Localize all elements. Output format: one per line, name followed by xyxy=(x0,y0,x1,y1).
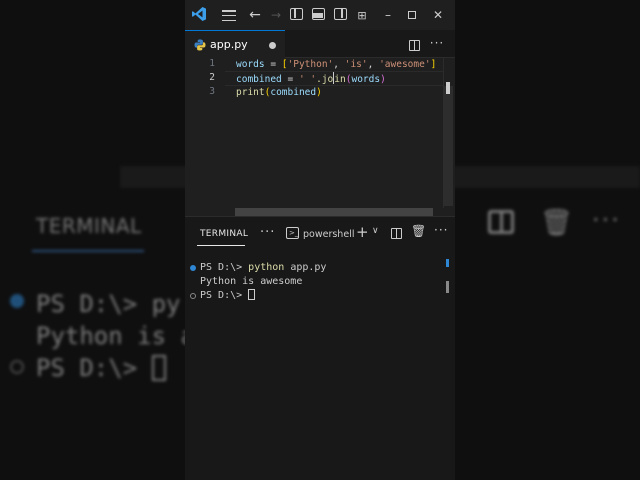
panel-more-tabs-icon[interactable]: ··· xyxy=(260,225,275,240)
bg-terminal-line-1: PS D:\> py xyxy=(36,290,181,318)
tab-terminal[interactable]: TERMINAL xyxy=(200,229,248,239)
terminal-panel: TERMINAL ··· >_ powershell + ∨ 🗑 ··· PS … xyxy=(185,216,455,480)
editor-tab-bar: app.py ··· xyxy=(185,30,455,58)
code-line-3: print(combined) xyxy=(236,87,322,98)
video-frame: TERMINAL 🗑 ··· PS D:\> py Python is a PS… xyxy=(0,0,640,480)
bg-terminal-line-2: Python is a xyxy=(36,322,195,350)
toggle-primary-sidebar-icon[interactable] xyxy=(290,8,303,20)
line-number: 2 xyxy=(209,72,215,83)
toggle-secondary-sidebar-icon[interactable] xyxy=(334,8,347,20)
code-line-1: words = ['Python', 'is', 'awesome'] xyxy=(236,59,437,70)
bg-terminal-underline xyxy=(32,250,144,252)
tab-filename: app.py xyxy=(210,38,248,51)
split-terminal-icon[interactable] xyxy=(391,228,402,239)
title-bar: ← → ⊞ – ✕ xyxy=(185,0,455,30)
customize-layout-icon[interactable]: ⊞ xyxy=(355,6,369,24)
terminal-cursor xyxy=(248,289,256,300)
terminal-line-output: Python is awesome xyxy=(200,276,303,287)
code-line-2: combined = ' '.join(words) xyxy=(236,72,386,85)
terminal-line-prompt[interactable]: PS D:\> xyxy=(200,289,256,303)
terminal-scroll-marker xyxy=(446,259,449,267)
terminal-shell-name[interactable]: powershell xyxy=(303,229,354,240)
code-content: words = ['Python', 'is', 'awesome'] comb… xyxy=(236,58,436,113)
line-number: 3 xyxy=(209,86,215,97)
bg-more-icon: ··· xyxy=(592,206,621,234)
menu-icon[interactable] xyxy=(221,10,237,21)
command-success-dot-icon[interactable] xyxy=(190,265,196,271)
command-pending-ring-icon[interactable] xyxy=(190,293,196,299)
editor-tab-app-py[interactable]: app.py xyxy=(185,30,285,58)
python-file-icon xyxy=(194,39,206,51)
bg-status-ring xyxy=(10,360,24,374)
terminal-line-command: PS D:\> python app.py xyxy=(200,262,327,273)
chevron-down-icon[interactable]: ∨ xyxy=(372,226,379,236)
cursor-position-marker xyxy=(446,82,450,94)
vscode-window: ← → ⊞ – ✕ app.py ··· 1 2 3 words = ['Pyt… xyxy=(185,0,455,480)
code-editor[interactable]: 1 2 3 words = ['Python', 'is', 'awesome'… xyxy=(185,58,455,217)
bg-terminal-label: TERMINAL xyxy=(36,214,142,238)
vscode-logo-icon xyxy=(192,7,206,21)
line-number: 1 xyxy=(209,58,215,69)
new-terminal-plus-icon[interactable]: + xyxy=(356,223,369,241)
bg-split-icon xyxy=(488,210,514,234)
terminal-scrollbar-thumb[interactable] xyxy=(446,281,449,293)
active-tab-underline xyxy=(197,245,245,246)
terminal-shell-icon: >_ xyxy=(286,227,299,239)
kill-terminal-trash-icon[interactable]: 🗑 xyxy=(411,224,426,238)
toggle-panel-icon[interactable] xyxy=(312,8,325,20)
maximize-icon[interactable] xyxy=(405,6,419,24)
bg-trash-icon: 🗑 xyxy=(540,208,574,238)
unsaved-dot-icon[interactable] xyxy=(269,42,276,49)
bg-status-dot xyxy=(10,294,24,308)
close-icon[interactable]: ✕ xyxy=(431,6,445,24)
bg-terminal-line-3: PS D:\> xyxy=(36,354,166,382)
panel-more-actions-icon[interactable]: ··· xyxy=(434,223,448,237)
back-arrow-icon[interactable]: ← xyxy=(247,6,263,24)
editor-more-actions-icon[interactable]: ··· xyxy=(429,34,445,52)
split-editor-icon[interactable] xyxy=(407,36,421,54)
forward-arrow-icon[interactable]: → xyxy=(271,6,281,24)
editor-scroll-slider[interactable] xyxy=(443,86,453,206)
minimize-icon[interactable]: – xyxy=(381,6,395,24)
